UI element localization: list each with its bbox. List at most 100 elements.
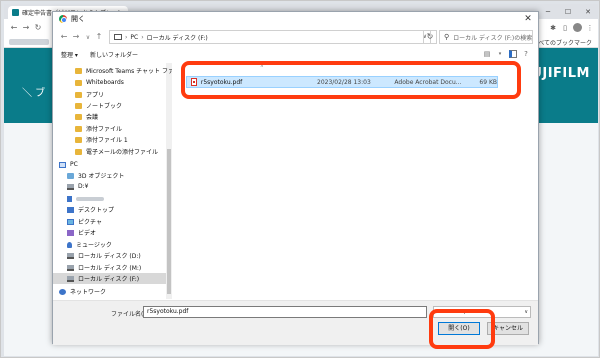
folder-icon	[75, 67, 82, 74]
sidebar-item[interactable]: ローカル ディスク (M:)	[53, 262, 166, 273]
sidebar-item[interactable]: Whiteboards	[53, 77, 166, 88]
folder-icon	[75, 102, 82, 109]
breadcrumb-local-disk-f[interactable]: ローカル ディスク (F:)	[147, 33, 208, 42]
sidebar-item[interactable]: アプリ	[53, 89, 166, 100]
network-icon	[59, 288, 66, 295]
folder-icon	[75, 113, 82, 120]
breadcrumb-pc[interactable]: PC	[130, 34, 138, 41]
dialog-close-icon[interactable]: ✕	[522, 13, 534, 25]
chrome-icon	[59, 15, 67, 23]
sidebar-item-label: ローカル ディスク (F:)	[78, 276, 140, 283]
menu-icon[interactable]: ⋮	[586, 24, 594, 32]
sidebar-item-label: ローカル ディスク (M:)	[78, 265, 142, 272]
reload-icon[interactable]: ↻	[32, 23, 44, 32]
sidebar-item-label: ミュージック	[76, 242, 112, 249]
sidebar-item[interactable]: ノートブック	[53, 100, 166, 111]
help-icon[interactable]: ?	[522, 50, 530, 58]
search-placeholder: ローカル ディスク (F:)の検索	[453, 34, 533, 42]
sidebar-item[interactable]: ビデオ	[53, 227, 166, 238]
view-dropdown-icon[interactable]: ▾	[496, 50, 504, 58]
organize-button[interactable]: 整理 ▾	[61, 50, 78, 59]
navigation-pane: Microsoft Teams チャット ファイル Whiteboards アプリノ…	[53, 63, 172, 299]
navigation-scrollbar[interactable]	[166, 63, 172, 299]
sidebar-item[interactable]: PC	[53, 159, 166, 170]
sidebar-item[interactable]: 会議	[53, 111, 166, 122]
recent-locations-chevron-icon[interactable]: ∨	[83, 34, 93, 41]
sidebar-item-label: ピクチャ	[78, 219, 102, 226]
sidebar-item-label: PC	[70, 161, 78, 168]
tab-favicon-icon	[12, 9, 19, 16]
search-icon: ⚲	[444, 33, 450, 41]
up-folder-icon[interactable]: ↑	[94, 32, 104, 41]
sidebar-item-label: 添付ファイル 1	[86, 137, 128, 144]
minimize-icon[interactable]: ─	[538, 4, 558, 19]
sidebar-item-label: Whiteboards	[86, 79, 124, 86]
avatar[interactable]	[573, 23, 582, 32]
drive-icon	[67, 275, 74, 282]
sidebar-item[interactable]: ネットワーク	[53, 286, 166, 297]
drive-icon	[67, 183, 74, 190]
videos-icon	[67, 229, 74, 236]
sidebar-item-label: 電子メールの添付ファイル	[86, 149, 159, 156]
maximize-icon[interactable]: ☐	[558, 4, 578, 19]
sidebar-item-label: ローカル ディスク (D:)	[78, 253, 141, 260]
preview-pane-icon[interactable]	[509, 50, 517, 58]
folder-icon	[75, 91, 82, 98]
sidebar-item[interactable]: ピクチャ	[53, 216, 166, 227]
dialog-navigation-bar: ← → ∨ ↑ › PC › ローカル ディスク (F:) ∨ ↻ ⚲ ローカル…	[53, 27, 538, 47]
close-window-icon[interactable]: ✕	[578, 4, 598, 19]
folder-icon	[75, 136, 82, 143]
sidebar-item[interactable]: ローカル ディスク (F:)	[53, 273, 166, 284]
sidepanel-icon[interactable]: ▯	[561, 24, 569, 32]
scrollbar-thumb[interactable]	[167, 149, 171, 294]
dialog-command-bar: 整理 ▾ 新しいフォルダー ▤ ▾ ?	[53, 48, 538, 62]
3d-objects-icon	[67, 172, 74, 179]
folder-icon	[75, 148, 82, 155]
sidebar-item[interactable]	[53, 193, 166, 204]
bookmark-item-blurred[interactable]	[9, 39, 49, 45]
sidebar-item[interactable]: 添付ファイル	[53, 123, 166, 134]
search-input[interactable]: ⚲ ローカル ディスク (F:)の検索	[439, 30, 533, 44]
all-bookmarks-label: すべてのブックマーク	[532, 40, 592, 47]
new-folder-button[interactable]: 新しいフォルダー	[90, 50, 138, 59]
folder-icon	[75, 125, 82, 132]
filename-input[interactable]: r5syotoku.pdf	[143, 306, 427, 318]
sidebar-item[interactable]: Microsoft Teams チャット ファイル	[53, 65, 172, 76]
pc-icon	[114, 34, 122, 40]
sidebar-item[interactable]: 添付ファイル 1	[53, 134, 166, 145]
sidebar-item-label: Microsoft Teams チャット ファイル	[86, 68, 172, 75]
sidebar-item-label: 添付ファイル	[86, 126, 123, 133]
extension-icon[interactable]: ✱	[549, 24, 557, 32]
pc-icon	[59, 161, 66, 168]
sidebar-item-label: デスクトップ	[78, 207, 115, 214]
drive-icon	[67, 264, 74, 271]
chevron-down-icon: ∨	[524, 309, 528, 315]
dialog-title: 開く	[71, 15, 85, 23]
breadcrumb-separator: ›	[125, 33, 128, 41]
desktop-icon	[67, 206, 74, 213]
browser-extension-icons: ✱ ▯ ⋮	[549, 19, 594, 36]
sidebar-item-label: ネットワーク	[70, 289, 107, 296]
sidebar-item-label: ノートブック	[86, 103, 123, 110]
sidebar-item[interactable]: デスクトップ	[53, 204, 166, 215]
sidebar-item[interactable]: 電子メールの添付ファイル	[53, 146, 166, 157]
window-controls: ─ ☐ ✕	[538, 4, 598, 19]
sidebar-item[interactable]: ローカル ディスク (D:)	[53, 250, 166, 261]
sidebar-item[interactable]: 3D オブジェクト	[53, 170, 166, 181]
address-bar[interactable]: › PC › ローカル ディスク (F:) ∨	[109, 30, 431, 44]
refresh-icon[interactable]: ↻	[423, 30, 437, 44]
view-mode-icon[interactable]: ▤	[483, 50, 491, 58]
dialog-titlebar: 開く	[53, 12, 538, 26]
redacted-label	[76, 196, 104, 201]
banner-left-glyph: ＼ ブ	[22, 88, 46, 99]
sidebar-item-label: D:¥	[78, 183, 89, 190]
back-icon[interactable]: ←	[8, 23, 20, 32]
sidebar-item[interactable]: D:¥	[53, 181, 166, 192]
sidebar-item[interactable]: ミュージック	[53, 239, 166, 250]
dialog-forward-icon[interactable]: →	[71, 32, 81, 41]
forward-icon[interactable]: →	[20, 23, 32, 32]
screenshot-frame: 確定申告書（ビジフンからセブン-イ… ─ ☐ ✕ ← → ↻ ✱ ▯ ⋮ すべて…	[0, 0, 600, 358]
open-button-highlight-annotation	[429, 309, 495, 349]
dialog-back-icon[interactable]: ←	[59, 32, 69, 41]
folder-icon	[75, 79, 82, 86]
